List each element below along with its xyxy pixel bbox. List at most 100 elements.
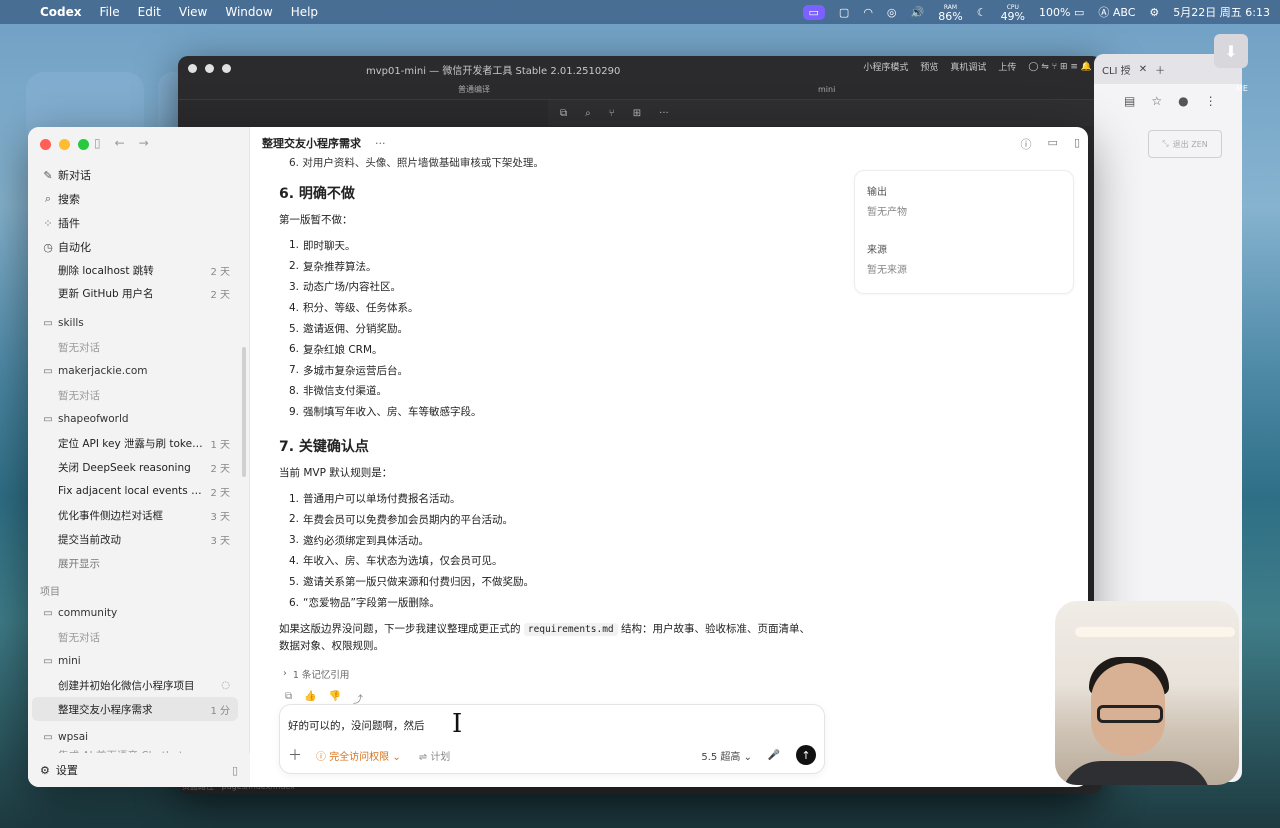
menu-view[interactable]: View: [179, 5, 207, 19]
devtools-panel-title: mini: [818, 85, 836, 94]
list-item-active[interactable]: 整理交友小程序需求 1 分: [32, 697, 238, 721]
minimize-window-button[interactable]: [59, 139, 70, 150]
folder-icon: ▭: [43, 607, 53, 619]
nav-new-chat[interactable]: ✎ 新对话: [28, 163, 250, 187]
forward-icon[interactable]: →: [139, 136, 149, 150]
devtools-extra-icons[interactable]: ◯ ⇋ ⑂ ⊞ ≡ 🔔: [1028, 62, 1092, 72]
info-icon[interactable]: ⓘ: [1021, 136, 1032, 152]
profile-avatar[interactable]: ●: [1178, 94, 1188, 108]
add-attachment-icon[interactable]: ＋: [288, 745, 302, 765]
reader-icon[interactable]: ▤: [1124, 94, 1135, 108]
new-tab-icon[interactable]: ＋: [1155, 62, 1165, 77]
browser-tab[interactable]: CLI 授: [1102, 62, 1131, 77]
confirm-list: 1. 普通用户可以单场付费报名活动。 2. 年费会员可以免费参加会员期内的平台活动。…: [279, 488, 819, 613]
memory-label: 1 条记忆引用: [292, 669, 350, 681]
clock[interactable]: 5月22日 周五 6:13: [1173, 4, 1270, 20]
nav-automation[interactable]: ◷ 自动化: [28, 235, 250, 259]
folder-community[interactable]: ▭ community: [28, 601, 250, 625]
webcam-overlay[interactable]: [1055, 601, 1239, 785]
sidebar-toggle-icon[interactable]: ▯: [94, 136, 101, 150]
item-text: 积分、等级、任务体系。: [303, 302, 419, 315]
menu-help[interactable]: Help: [291, 5, 318, 19]
battery-status[interactable]: 100% ▭: [1039, 6, 1084, 19]
list-item[interactable]: 关闭 DeepSeek reasoning 2 天: [28, 455, 250, 479]
list-item[interactable]: 删除 localhost 跳转 2 天: [28, 259, 250, 282]
bookmark-icon[interactable]: ☆: [1151, 94, 1162, 108]
folder-skills[interactable]: ▭ skills: [28, 311, 250, 335]
close-window-button[interactable]: [40, 139, 51, 150]
headset-icon[interactable]: ◎: [887, 6, 897, 19]
folder-mini[interactable]: ▭ mini: [28, 649, 250, 673]
microphone-icon[interactable]: 🎤: [768, 750, 780, 761]
volume-icon[interactable]: 🔊: [911, 6, 925, 19]
permission-select[interactable]: ⓘ 完全访问权限 ⌄: [316, 748, 401, 763]
preview-button[interactable]: 预览: [920, 60, 938, 73]
find-icon[interactable]: ⌕: [585, 108, 591, 119]
input-source[interactable]: Ⓐ ABC: [1098, 4, 1135, 20]
expand-button[interactable]: 展开显示: [28, 551, 250, 575]
section-heading: 7. 关键确认点: [279, 439, 369, 456]
branch-icon[interactable]: ⑂: [609, 108, 615, 119]
ram-stat[interactable]: RAM 86%: [938, 3, 962, 22]
zoom-window-button[interactable]: [78, 139, 89, 150]
terminal-icon[interactable]: ▭: [1048, 136, 1058, 152]
sidebar-scrollbar[interactable]: [242, 347, 246, 477]
source-value: 暂无来源: [867, 265, 907, 276]
memory-reference[interactable]: › 1 条记忆引用: [279, 667, 819, 681]
conv-time: 1 分: [210, 705, 230, 717]
nav-plugins[interactable]: ⁘ 插件: [28, 211, 250, 235]
control-center-icon[interactable]: ⚙: [1149, 6, 1159, 19]
folder-wpsai[interactable]: ▭ wpsai: [28, 725, 250, 749]
composer-toolbar: ＋ ⓘ 完全访问权限 ⌄ ⇌ 计划 5.5 超高 ⌄ 🎤 ↑: [288, 745, 816, 765]
menu-edit[interactable]: Edit: [138, 5, 161, 19]
download-icon[interactable]: ⬇: [1214, 34, 1248, 68]
menu-file[interactable]: File: [100, 5, 120, 19]
exit-zen-button[interactable]: ⤡ 退出 ZEN: [1148, 130, 1222, 158]
side-panel-icon[interactable]: ▯: [1074, 136, 1080, 152]
list-item[interactable]: 提交当前改动 3 天: [28, 527, 250, 551]
mode-select[interactable]: 小程序模式: [863, 60, 908, 73]
folder-icon: ▭: [43, 317, 53, 329]
main-pane: 整理交友小程序需求 ··· ⓘ ▭ ▯ 6. 对用户资料、头像、照片墙做基础审核…: [250, 127, 1088, 787]
more-icon[interactable]: ···: [659, 108, 669, 119]
moon-icon[interactable]: ☾: [977, 6, 987, 19]
panel-icon[interactable]: ▯: [232, 764, 238, 777]
folder-shapeofworld[interactable]: ▭ shapeofworld: [28, 407, 250, 431]
devtools-window-controls[interactable]: [188, 63, 231, 73]
window-icon[interactable]: ▢: [839, 6, 849, 19]
webcam-person-shirt: [1061, 761, 1211, 785]
empty-conversations: 暂无对话: [28, 383, 250, 407]
settings-button[interactable]: ⚙ 设置 ▯: [28, 753, 250, 787]
conv-title: 创建并初始化微信小程序项目: [58, 679, 195, 692]
empty-label: 暂无对话: [58, 631, 100, 644]
folder-makerjackie[interactable]: ▭ makerjackie.com: [28, 359, 250, 383]
upload-button[interactable]: 上传: [998, 60, 1016, 73]
files-icon[interactable]: ⧉: [560, 108, 567, 119]
compile-select[interactable]: 普通编译: [458, 84, 490, 95]
list-item: 9. 强制填写年收入、房、车等敏感字段。: [289, 405, 482, 419]
model-select[interactable]: 5.5 超高 ⌄: [701, 748, 752, 763]
send-button[interactable]: ↑: [796, 745, 816, 765]
plan-toggle[interactable]: ⇌ 计划: [419, 748, 451, 763]
wifi-icon[interactable]: ◠: [863, 6, 873, 19]
list-item[interactable]: 优化事件侧边栏对话框 3 天: [28, 503, 250, 527]
remote-debug-button[interactable]: 真机调试: [950, 60, 986, 73]
list-item[interactable]: Fix adjacent local events dis... 2 天: [28, 479, 250, 503]
folder-label: mini: [58, 655, 81, 667]
menu-app-name[interactable]: Codex: [40, 5, 82, 19]
close-tab-icon[interactable]: ✕: [1139, 64, 1147, 75]
back-icon[interactable]: ←: [115, 136, 125, 150]
screen-share-icon[interactable]: ▭: [802, 4, 825, 20]
list-item[interactable]: 创建并初始化微信小程序项目 ◌: [28, 673, 250, 697]
cpu-stat[interactable]: CPU 49%: [1001, 3, 1025, 22]
list-item: 2. 复杂推荐算法。: [289, 260, 377, 273]
list-item[interactable]: 定位 API key 泄露与刷 token ... 1 天: [28, 431, 250, 455]
list-item[interactable]: 更新 GitHub 用户名 2 天: [28, 282, 250, 305]
empty-conversations: 暂无对话: [28, 335, 250, 359]
browser-menu-icon[interactable]: ⋮: [1205, 94, 1217, 108]
message-input[interactable]: [288, 715, 808, 735]
extensions-icon[interactable]: ⊞: [633, 108, 641, 119]
more-options-icon[interactable]: ···: [375, 137, 386, 150]
menu-window[interactable]: Window: [225, 5, 272, 19]
nav-search[interactable]: ⌕ 搜索: [28, 187, 250, 211]
